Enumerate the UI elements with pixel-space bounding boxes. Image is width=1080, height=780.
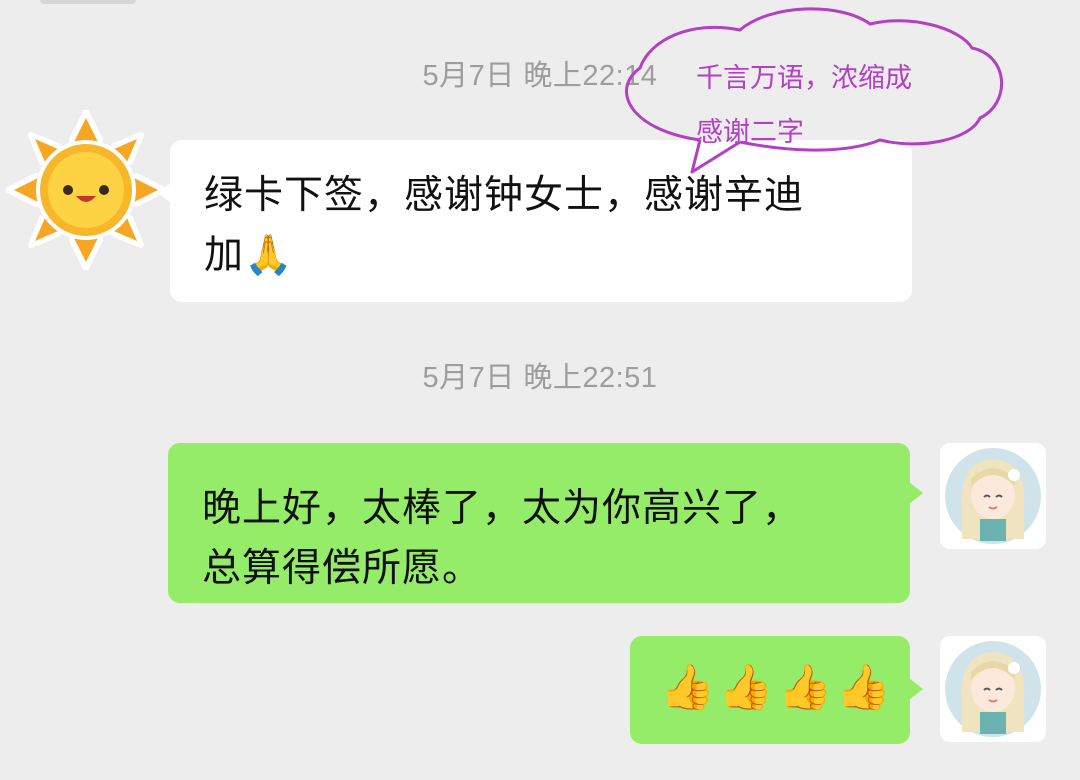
sun-icon xyxy=(5,109,167,271)
girl-avatar-icon xyxy=(945,641,1041,737)
girl-avatar-icon xyxy=(945,448,1041,544)
annotation-line: 千言万语，浓缩成 xyxy=(696,63,912,94)
previous-message-edge xyxy=(40,0,136,4)
bubble-tail xyxy=(909,482,923,504)
message-text-line: 绿卡下签，感谢钟女士，感谢辛迪 xyxy=(204,173,805,218)
thumbs-up-emoji: 👍👍👍👍 xyxy=(660,662,896,713)
bubble-tail xyxy=(909,678,923,700)
contact-avatar[interactable] xyxy=(5,109,167,271)
self-avatar[interactable] xyxy=(940,443,1046,549)
annotation-line: 感谢二字 xyxy=(696,117,804,148)
message-bubble-outgoing[interactable]: 👍👍👍👍 xyxy=(630,636,910,744)
annotation-text: 千言万语，浓缩成 感谢二字 xyxy=(696,52,956,160)
message-text-line: 总算得偿所愿。 xyxy=(202,546,483,591)
self-avatar[interactable] xyxy=(940,636,1046,742)
timestamp-2: 5月7日 晚上22:51 xyxy=(422,362,658,394)
message-bubble-outgoing[interactable]: 晚上好，太棒了，太为你高兴了， 总算得偿所愿。 xyxy=(168,443,910,603)
message-bubble-incoming[interactable]: 绿卡下签，感谢钟女士，感谢辛迪 加🙏 xyxy=(170,140,912,302)
message-text-line: 晚上好，太棒了，太为你高兴了， xyxy=(202,486,803,531)
message-text-line: 加🙏 xyxy=(204,233,294,278)
